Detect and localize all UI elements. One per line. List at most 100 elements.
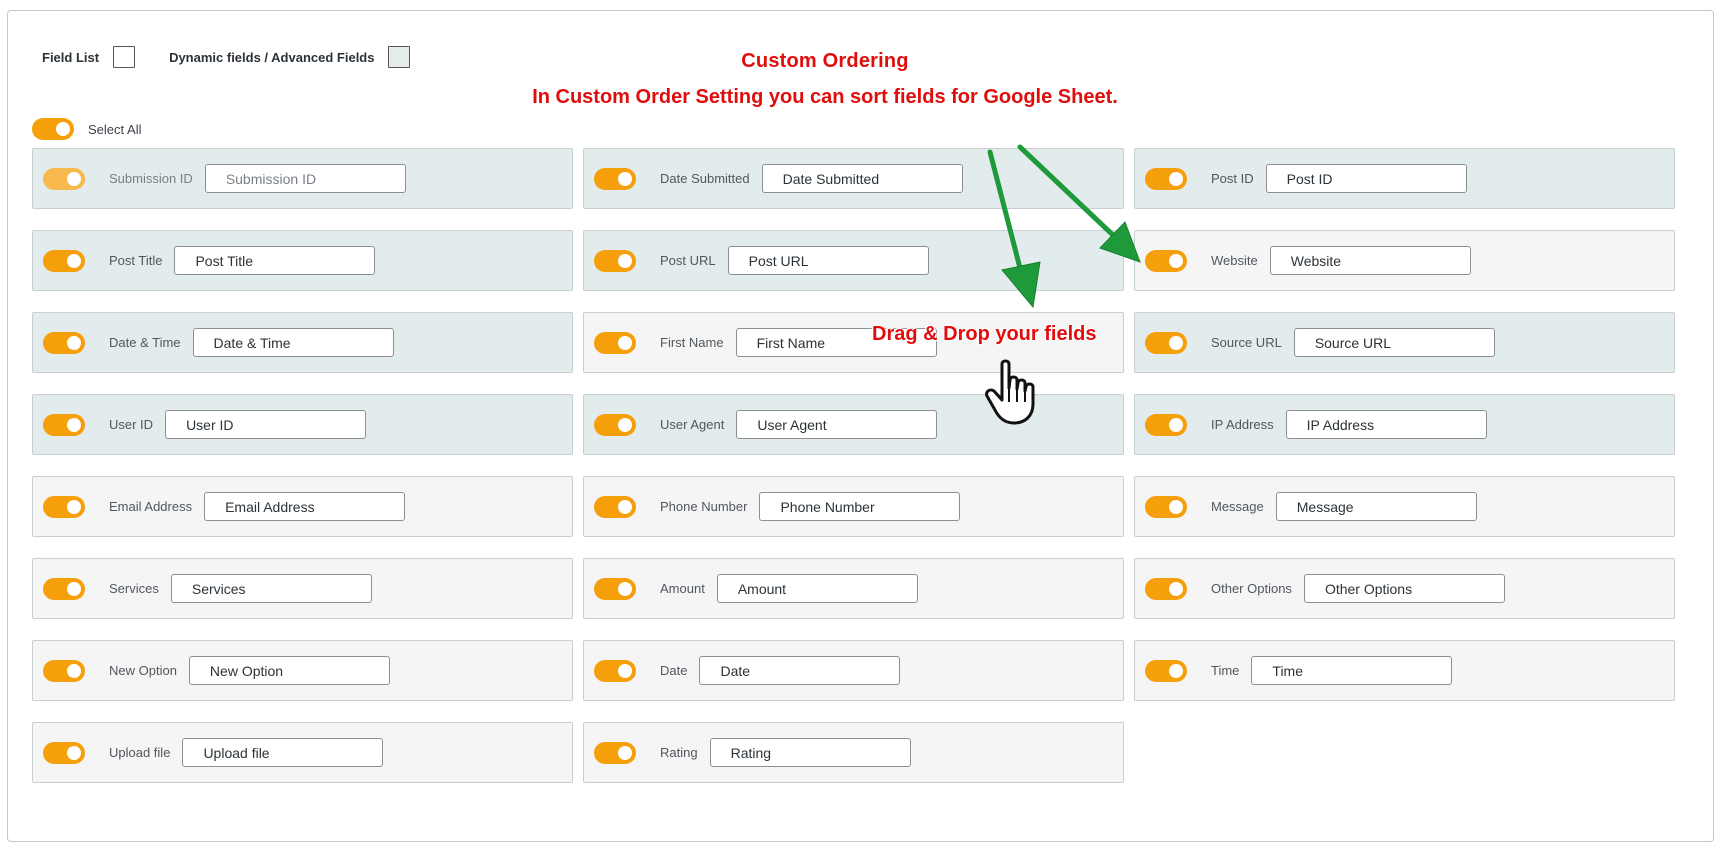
field-toggle[interactable] — [594, 167, 636, 190]
field-label: Post ID — [1211, 171, 1254, 186]
field-name-input[interactable] — [761, 164, 963, 193]
select-all-toggle[interactable] — [32, 118, 74, 140]
field-label: Time — [1211, 663, 1240, 678]
field-type-selector: Field List Dynamic fields / Advanced Fie… — [42, 46, 411, 68]
field-label: First Name — [660, 335, 724, 350]
dynamic-fields-label: Dynamic fields / Advanced Fields — [169, 49, 375, 65]
field-name-input[interactable] — [1293, 328, 1495, 357]
field-label: Other Options — [1211, 581, 1292, 596]
field-card[interactable]: New Option — [32, 640, 573, 701]
field-toggle[interactable] — [43, 413, 85, 436]
field-card[interactable]: Message — [1134, 476, 1675, 537]
field-name-input[interactable] — [188, 656, 390, 685]
field-toggle[interactable] — [594, 659, 636, 682]
field-toggle[interactable] — [43, 331, 85, 354]
annotation-subtitle: In Custom Order Setting you can sort fie… — [532, 86, 1118, 108]
field-toggle[interactable] — [1145, 577, 1187, 600]
field-card[interactable]: Source URL — [1134, 312, 1675, 373]
field-label: Rating — [660, 745, 698, 760]
field-name-input[interactable] — [709, 738, 911, 767]
field-name-input[interactable] — [716, 574, 918, 603]
field-name-input[interactable] — [204, 492, 406, 521]
field-label: Source URL — [1211, 335, 1282, 350]
field-name-input[interactable] — [1285, 410, 1487, 439]
field-toggle[interactable] — [1145, 659, 1187, 682]
field-toggle[interactable] — [594, 331, 636, 354]
field-name-input[interactable] — [174, 246, 376, 275]
dynamic-fields-checkbox[interactable] — [388, 46, 411, 68]
field-card[interactable]: Submission ID — [32, 148, 573, 209]
field-toggle[interactable] — [1145, 331, 1187, 354]
annotation-drag-hint: Drag & Drop your fields — [872, 323, 1097, 345]
field-card[interactable]: User ID — [32, 394, 573, 455]
field-card[interactable]: Post URL — [583, 230, 1124, 291]
field-label: Date & Time — [109, 335, 181, 350]
field-card[interactable]: Email Address — [32, 476, 573, 537]
field-name-input[interactable] — [192, 328, 394, 357]
field-card[interactable]: Date Submitted — [583, 148, 1124, 209]
select-all-label: Select All — [88, 121, 142, 137]
field-name-input[interactable] — [165, 410, 367, 439]
field-card[interactable]: Upload file — [32, 722, 573, 783]
field-toggle[interactable] — [1145, 249, 1187, 272]
field-card[interactable]: Post Title — [32, 230, 573, 291]
field-name-input[interactable] — [1275, 492, 1477, 521]
field-card[interactable]: Rating — [583, 722, 1124, 783]
field-label: Upload file — [109, 745, 171, 760]
field-card[interactable]: Post ID — [1134, 148, 1675, 209]
field-name-input[interactable] — [1269, 246, 1471, 275]
field-toggle[interactable] — [594, 741, 636, 764]
field-card[interactable]: Phone Number — [583, 476, 1124, 537]
select-all: Select All — [32, 118, 141, 140]
field-name-input[interactable] — [699, 656, 901, 685]
field-name-input[interactable] — [736, 410, 938, 439]
field-toggle[interactable] — [594, 249, 636, 272]
field-toggle[interactable] — [43, 167, 85, 190]
field-name-input[interactable] — [727, 246, 929, 275]
field-toggle[interactable] — [43, 577, 85, 600]
field-toggle[interactable] — [594, 495, 636, 518]
field-label: Website — [1211, 253, 1258, 268]
field-label: User Agent — [660, 417, 725, 432]
field-name-input[interactable] — [170, 574, 372, 603]
field-list-checkbox[interactable] — [113, 46, 136, 68]
field-card[interactable]: Other Options — [1134, 558, 1675, 619]
hand-cursor-icon — [985, 359, 1035, 425]
field-label: Date Submitted — [660, 171, 750, 186]
field-label: New Option — [109, 663, 177, 678]
field-label: IP Address — [1211, 417, 1274, 432]
annotation-title: Custom Ordering — [741, 50, 909, 72]
field-toggle[interactable] — [594, 577, 636, 600]
field-label: Post Title — [109, 253, 163, 268]
field-card[interactable]: Date — [583, 640, 1124, 701]
field-toggle[interactable] — [1145, 167, 1187, 190]
field-toggle[interactable] — [1145, 413, 1187, 436]
field-label: Services — [109, 581, 159, 596]
field-label: Post URL — [660, 253, 716, 268]
field-card[interactable]: Website — [1134, 230, 1675, 291]
field-name-input[interactable] — [1265, 164, 1467, 193]
field-card[interactable]: Time — [1134, 640, 1675, 701]
field-toggle[interactable] — [1145, 495, 1187, 518]
field-label: Email Address — [109, 499, 193, 514]
field-name-input[interactable] — [1303, 574, 1505, 603]
field-card[interactable]: IP Address — [1134, 394, 1675, 455]
field-card[interactable]: Amount — [583, 558, 1124, 619]
field-toggle[interactable] — [43, 659, 85, 682]
field-label: Amount — [660, 581, 705, 596]
field-name-input[interactable] — [182, 738, 384, 767]
field-card[interactable]: Date & Time — [32, 312, 573, 373]
field-card[interactable]: Services — [32, 558, 573, 619]
field-name-input[interactable] — [204, 164, 406, 193]
field-toggle[interactable] — [594, 413, 636, 436]
field-list-label: Field List — [42, 49, 100, 65]
field-toggle[interactable] — [43, 249, 85, 272]
field-label: User ID — [109, 417, 154, 432]
field-label: Date — [660, 663, 688, 678]
field-toggle[interactable] — [43, 495, 85, 518]
field-grid: Submission ID Date Submitted Post ID Pos… — [32, 148, 1675, 783]
field-name-input[interactable] — [759, 492, 961, 521]
field-label: Message — [1211, 499, 1264, 514]
field-toggle[interactable] — [43, 741, 85, 764]
field-name-input[interactable] — [1251, 656, 1453, 685]
